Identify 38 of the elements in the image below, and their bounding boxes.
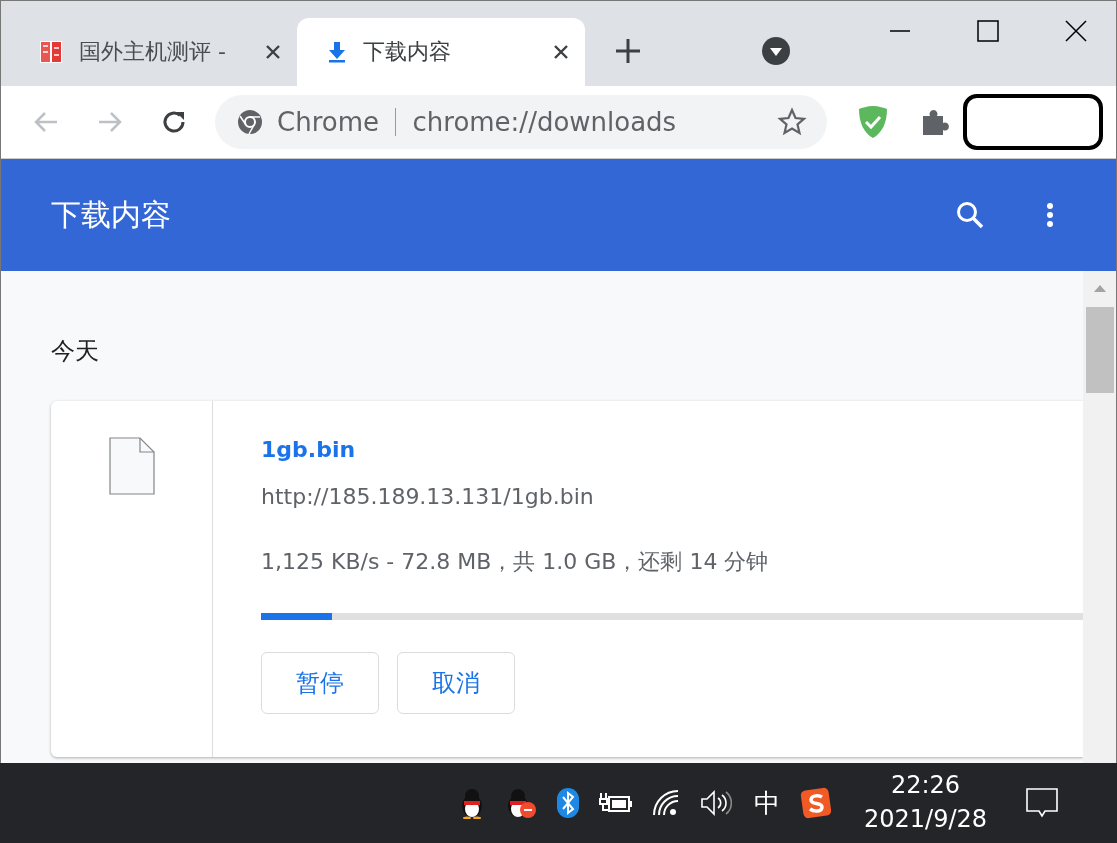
close-tab-icon[interactable] bbox=[553, 44, 569, 60]
shield-check-icon[interactable] bbox=[857, 104, 889, 140]
notification-icon[interactable] bbox=[1025, 787, 1060, 819]
close-tab-icon[interactable] bbox=[265, 44, 281, 60]
volume-icon[interactable] bbox=[700, 789, 732, 817]
input-method-indicator[interactable]: 中 bbox=[754, 785, 780, 821]
download-status: 1,125 KB/s - 72.8 MB，共 1.0 GB，还剩 14 分钟 bbox=[261, 548, 769, 576]
scrollbar[interactable] bbox=[1083, 271, 1116, 763]
site-label: Chrome bbox=[277, 107, 379, 137]
bookmark-star-icon[interactable] bbox=[777, 107, 807, 137]
download-action-button[interactable]: 暂停 bbox=[261, 652, 379, 714]
file-name-link[interactable]: 1gb.bin bbox=[261, 437, 356, 462]
browser-tab[interactable]: 下载内容 bbox=[297, 18, 585, 86]
sogou-logo-icon[interactable] bbox=[800, 787, 832, 819]
tab-search-icon[interactable] bbox=[761, 36, 791, 66]
scrollbar-thumb[interactable] bbox=[1085, 307, 1114, 393]
close-icon[interactable] bbox=[1064, 19, 1088, 43]
download-icon bbox=[327, 41, 347, 63]
tab-title: 国外主机测评 - bbox=[79, 38, 227, 66]
file-icon bbox=[108, 437, 155, 495]
file-url-link[interactable]: http://185.189.13.131/1gb.bin bbox=[261, 484, 594, 509]
url-text: chrome://downloads bbox=[412, 107, 678, 137]
chrome-logo-icon bbox=[237, 109, 263, 135]
browser-tab[interactable]: 国外主机测评 - bbox=[9, 18, 297, 86]
new-tab-icon[interactable] bbox=[615, 38, 641, 64]
section-heading: 今天 bbox=[51, 336, 100, 367]
address-bar[interactable]: Chrome chrome://downloads bbox=[215, 95, 827, 149]
clock[interactable]: 22:26 2021/9/28 bbox=[864, 769, 988, 837]
bluetooth-icon[interactable] bbox=[556, 787, 580, 819]
clock-time: 22:26 bbox=[890, 770, 961, 802]
battery-plug-icon[interactable] bbox=[598, 791, 634, 815]
page-title: 下载内容 bbox=[51, 195, 172, 234]
search-icon[interactable] bbox=[954, 199, 986, 231]
download-action-button[interactable]: 取消 bbox=[397, 652, 515, 714]
tab-title: 下载内容 bbox=[363, 38, 452, 66]
maximize-icon[interactable] bbox=[976, 19, 1000, 43]
clock-date: 2021/9/28 bbox=[864, 804, 988, 835]
site-favicon-icon bbox=[39, 40, 63, 64]
